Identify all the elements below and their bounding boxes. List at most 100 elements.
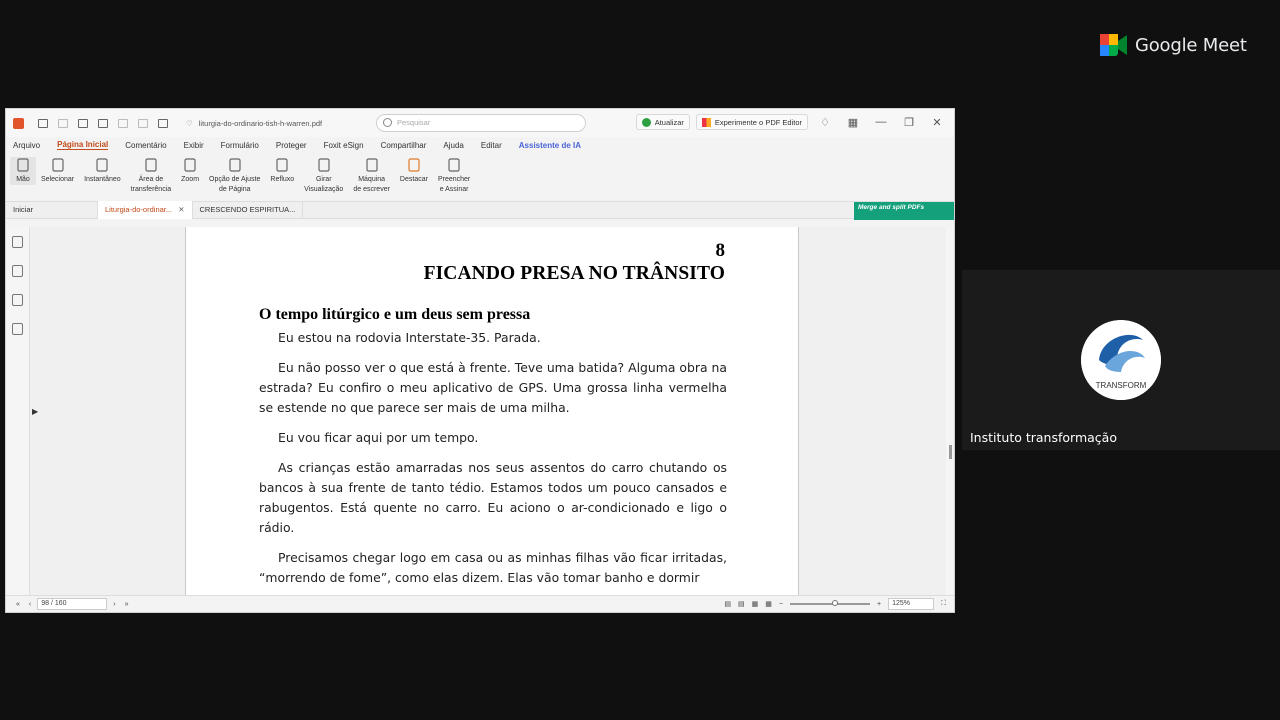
print-icon[interactable] [78, 118, 88, 128]
meeting-stage: ♡ liturgia-do-ordinario-tish-h-warren.pd… [0, 0, 1280, 720]
undo-icon[interactable] [118, 118, 128, 128]
bell-icon[interactable]: ♢ [814, 116, 836, 129]
continuous-facing-icon[interactable]: ▦ [765, 600, 772, 608]
expand-panel-icon[interactable]: ▶ [32, 407, 38, 416]
participant-tile[interactable]: TRANSFORM Instituto transformação [962, 270, 1280, 450]
open-icon[interactable] [38, 118, 48, 128]
menu-item[interactable]: Arquivo [13, 141, 40, 150]
menu-item[interactable]: Compartilhar [381, 141, 427, 150]
clipboard-icon [143, 157, 159, 173]
menu-item[interactable]: Foxit eSign [324, 141, 364, 150]
view-controls: ▤ ▤ ▦ ▦ − + 125% ⛶ [724, 598, 946, 610]
menu-item[interactable]: Página Inicial [57, 140, 109, 150]
first-page-icon[interactable]: « [16, 601, 20, 608]
ribbon-button[interactable]: Mão [10, 157, 36, 185]
pdf-editor-icon [701, 117, 711, 127]
search-icon [383, 118, 392, 127]
menu-item[interactable]: Editar [481, 141, 502, 150]
facing-icon[interactable]: ▦ [752, 600, 759, 608]
menu-bar: Arquivo Página Inicial Comentário Exibir For… [6, 137, 954, 153]
fullscreen-icon[interactable]: ⛶ [941, 600, 946, 608]
status-bar: « ‹ 98 / 160 › » ▤ ▤ ▦ ▦ − + 125% ⛶ [6, 595, 954, 612]
ribbon-label: Máquina de escrever [353, 176, 390, 193]
rotate-icon [316, 157, 332, 173]
zoom-in-icon[interactable]: + [877, 601, 881, 608]
pdf-page: 8 FICANDO PRESA NO TRÂNSITO O tempo litú… [185, 227, 799, 597]
ribbon-button[interactable]: Preencher e Assinar [433, 157, 475, 195]
update-button[interactable]: Atualizar [635, 114, 690, 130]
menu-item[interactable]: Assistente de IA [519, 141, 581, 150]
ribbon-button[interactable]: Girar Visualização [299, 157, 348, 195]
ribbon-button[interactable]: Selecionar [36, 157, 79, 185]
menu-item[interactable]: Formulário [221, 141, 259, 150]
zoom-slider-thumb[interactable] [832, 600, 838, 606]
fit-page-icon [227, 157, 243, 173]
hand-icon [15, 157, 31, 173]
snapshot-icon [94, 157, 110, 173]
page-number-input[interactable]: 98 / 160 [37, 598, 108, 610]
zoom-level-select[interactable]: 125% [888, 598, 935, 610]
try-pdf-editor-button[interactable]: Experimente o PDF Editor [695, 114, 808, 130]
ribbon-label: Mão [16, 176, 30, 183]
properties-icon[interactable] [98, 118, 108, 128]
menu-item[interactable]: Ajuda [443, 141, 463, 150]
ribbon-button[interactable]: Opção de Ajuste de Página [204, 157, 265, 195]
meet-camera-icon [1100, 34, 1127, 56]
ribbon-button[interactable]: Instantâneo [79, 157, 126, 185]
ribbon-button[interactable]: Refluxo [265, 157, 299, 185]
prev-page-icon[interactable]: ‹ [29, 601, 31, 608]
pages-icon[interactable] [12, 265, 23, 277]
scrollbar-thumb[interactable] [949, 445, 952, 459]
tab-current-document[interactable]: Liturgia-do-ordinar... ✕ [98, 201, 193, 219]
last-page-icon[interactable]: » [125, 601, 129, 608]
ribbon-button[interactable]: Zoom [176, 157, 204, 185]
skin-icon[interactable]: ▦ [842, 116, 864, 129]
chapter-title: FICANDO PRESA NO TRÂNSITO [423, 263, 725, 284]
comments-icon[interactable] [12, 294, 23, 306]
single-page-icon[interactable]: ▤ [724, 600, 731, 608]
ribbon-label: Refluxo [270, 176, 295, 183]
ribbon-label: Destacar [399, 176, 428, 183]
chapter-number: 8 [715, 240, 726, 261]
continuous-icon[interactable]: ▤ [738, 600, 745, 608]
paragraph: As crianças estão amarradas nos seus ass… [259, 460, 727, 535]
paragraph: Eu vou ficar aqui por um tempo. [278, 430, 479, 446]
tab-other-document[interactable]: CRESCENDO ESPIRITUA... [193, 201, 304, 219]
menu-item[interactable]: Exibir [184, 141, 204, 150]
save-icon[interactable] [58, 118, 68, 128]
minimize-icon[interactable]: — [870, 116, 892, 128]
hand-tool-icon[interactable] [158, 118, 168, 128]
close-tab-icon[interactable]: ✕ [178, 205, 184, 214]
search-input[interactable]: Pesquisar [376, 114, 586, 132]
tab-home[interactable]: Iniciar [6, 201, 98, 219]
vertical-scrollbar[interactable] [946, 227, 954, 597]
zoom-out-icon[interactable]: − [779, 601, 783, 608]
foxit-logo-icon [13, 117, 24, 129]
zoom-icon [182, 157, 198, 173]
ribbon-button[interactable]: Área de transferência [126, 157, 176, 195]
zoom-slider[interactable] [790, 600, 870, 606]
next-page-icon[interactable]: › [113, 601, 115, 608]
ribbon-label: Girar Visualização [304, 176, 344, 193]
ribbon-button[interactable]: Máquina de escrever [348, 157, 395, 195]
bookmark-icon[interactable] [12, 236, 23, 248]
paragraph: Eu não posso ver o que está à frente. Te… [259, 360, 727, 415]
select-text-icon [50, 157, 66, 173]
svg-text:TRANSFORM: TRANSFORM [1096, 381, 1147, 390]
paragraph: Eu estou na rodovia Interstate-35. Parad… [278, 330, 541, 345]
highlight-icon [406, 157, 422, 173]
restore-icon[interactable]: ❐ [898, 116, 920, 129]
menu-item[interactable]: Proteger [276, 141, 307, 150]
pdf-reader-window: ♡ liturgia-do-ordinario-tish-h-warren.pd… [5, 108, 955, 613]
document-filename: ♡ liturgia-do-ordinario-tish-h-warren.pd… [186, 118, 323, 128]
reflow-icon [274, 157, 290, 173]
fill-sign-icon [446, 157, 462, 173]
attachment-icon[interactable] [12, 323, 23, 335]
close-icon[interactable]: ✕ [926, 116, 948, 129]
menu-item[interactable]: Comentário [125, 141, 166, 150]
ribbon-label: Selecionar [41, 176, 75, 183]
document-body: Eu estou na rodovia Interstate-35. Parad… [259, 328, 727, 597]
merge-split-banner[interactable]: Merge and split PDFs [854, 202, 954, 220]
redo-icon[interactable] [138, 118, 148, 128]
ribbon-button[interactable]: Destacar [395, 157, 433, 185]
